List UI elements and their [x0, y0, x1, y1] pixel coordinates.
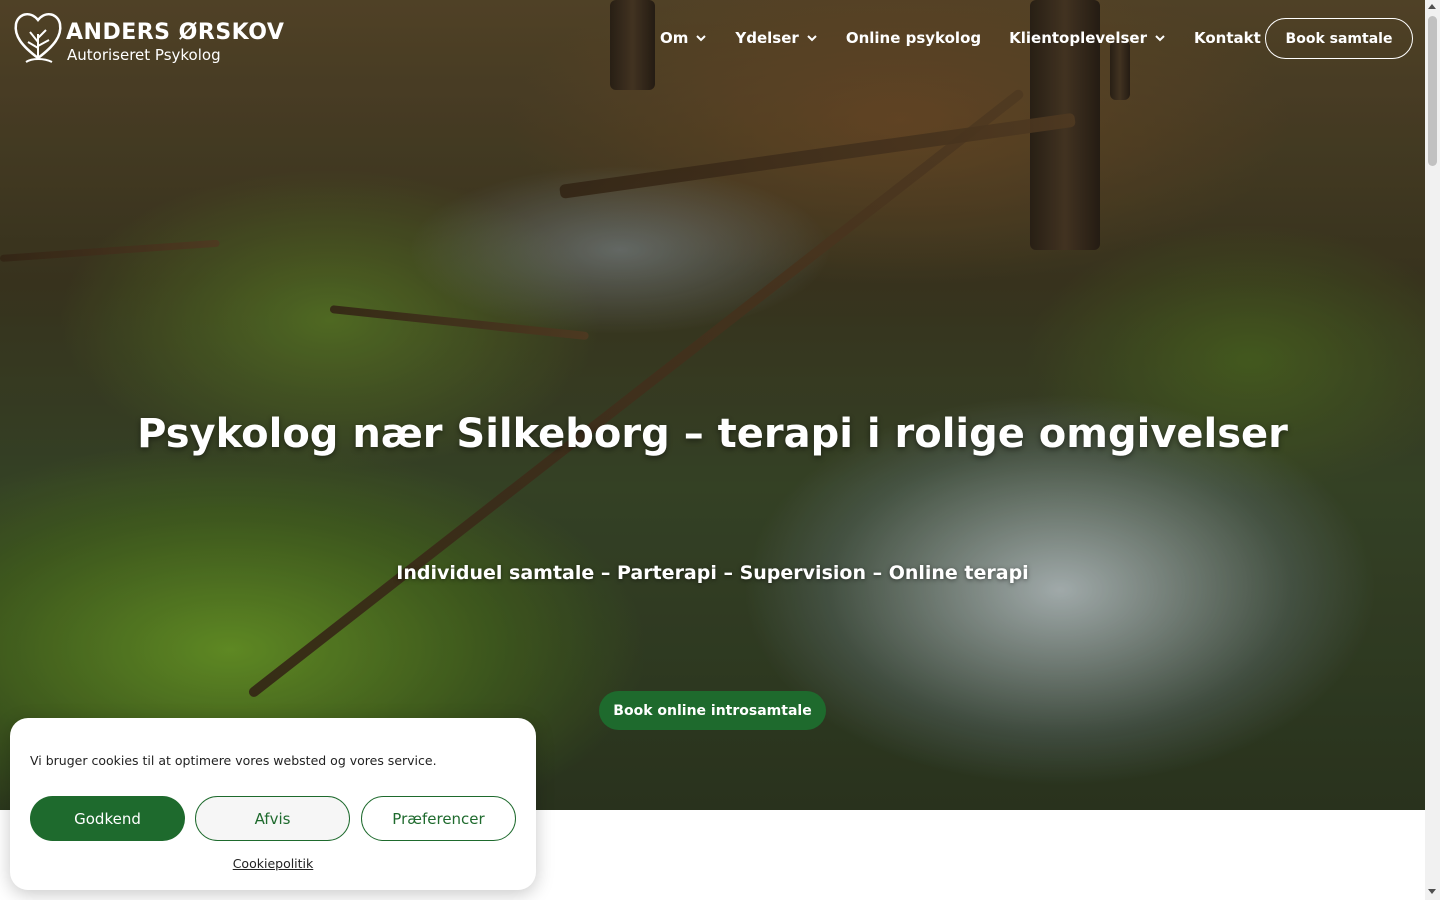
nav-item-klientoplevelser[interactable]: Klientoplevelser: [995, 29, 1180, 47]
cookie-consent-banner: Vi bruger cookies til at optimere vores …: [10, 718, 536, 890]
page-scrollbar[interactable]: [1425, 0, 1440, 900]
cookie-message: Vi bruger cookies til at optimere vores …: [30, 753, 437, 768]
cookie-reject-button[interactable]: Afvis: [195, 796, 350, 841]
brand-name: ANDERS ØRSKOV: [66, 20, 285, 45]
nav-item-label: Om: [660, 29, 689, 47]
hero-background: [0, 0, 1425, 810]
hero-title: Psykolog nær Silkeborg – terapi i rolige…: [137, 411, 1288, 457]
nav-item-online-psykolog[interactable]: Online psykolog: [832, 29, 995, 47]
nav-item-om[interactable]: Om: [646, 29, 721, 47]
nav-item-label: Klientoplevelser: [1009, 29, 1147, 47]
book-samtale-button[interactable]: Book samtale: [1265, 18, 1413, 59]
brand-subtitle: Autoriseret Psykolog: [67, 46, 221, 64]
scroll-up-arrow-icon[interactable]: [1428, 4, 1436, 9]
site-logo[interactable]: ANDERS ØRSKOV Autoriseret Psykolog: [12, 8, 284, 66]
cookie-accept-button[interactable]: Godkend: [30, 796, 185, 841]
nav-item-ydelser[interactable]: Ydelser: [721, 29, 831, 47]
chevron-down-icon: [1155, 35, 1165, 42]
book-online-introsamtale-button[interactable]: Book online introsamtale: [599, 691, 826, 730]
nav-item-kontakt[interactable]: Kontakt: [1180, 29, 1275, 47]
main-nav: Om Ydelser Online psykolog Klientoplevel…: [646, 0, 1275, 76]
chevron-down-icon: [807, 35, 817, 42]
chevron-down-icon: [696, 35, 707, 42]
hero-subtitle: Individuel samtale – Parterapi – Supervi…: [396, 562, 1029, 584]
cookie-policy-link[interactable]: Cookiepolitik: [10, 856, 536, 871]
scrollbar-thumb[interactable]: [1428, 16, 1437, 166]
cookie-preferences-button[interactable]: Præferencer: [361, 796, 516, 841]
nav-item-label: Ydelser: [735, 29, 799, 47]
site-header: ANDERS ØRSKOV Autoriseret Psykolog Om Yd…: [0, 0, 1425, 76]
nav-item-label: Kontakt: [1194, 29, 1261, 47]
nav-item-label: Online psykolog: [845, 29, 982, 47]
scroll-down-arrow-icon[interactable]: [1428, 889, 1436, 894]
tree-heart-icon: [14, 12, 62, 63]
